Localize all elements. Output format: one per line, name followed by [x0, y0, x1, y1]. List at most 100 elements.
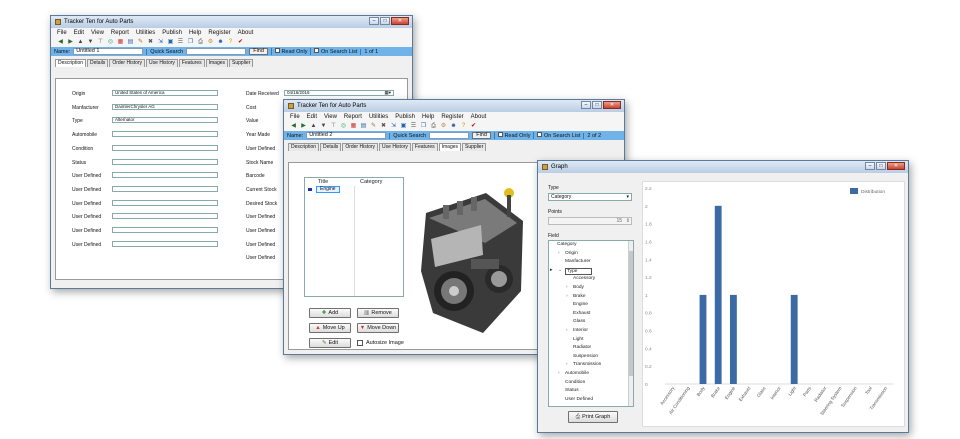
edit-icon[interactable]: ✎	[137, 39, 144, 46]
users-icon[interactable]: ☻	[450, 123, 457, 130]
remove-button[interactable]: ▥ Remove	[357, 308, 399, 318]
tree-scrollbar[interactable]	[628, 241, 633, 406]
add-button[interactable]: ✚ Add	[309, 308, 351, 318]
close-icon[interactable]: ✕	[391, 17, 409, 25]
on-search-list-checkbox[interactable]	[537, 132, 543, 137]
field-input[interactable]	[112, 185, 218, 192]
print-icon[interactable]: ⎙	[197, 39, 204, 46]
menu-view[interactable]: View	[324, 114, 337, 120]
tree-scrollbar-thumb[interactable]	[629, 251, 633, 376]
save-icon[interactable]: ▣	[400, 123, 407, 130]
menu-publish[interactable]: Publish	[162, 30, 182, 36]
edit-icon[interactable]: ✎	[370, 123, 377, 130]
window-1-titlebar[interactable]: Tracker Ten for Auto Parts – □ ✕	[51, 16, 412, 28]
minimize-icon[interactable]: –	[581, 101, 591, 109]
back-icon[interactable]: ◀	[57, 39, 64, 46]
filter-icon[interactable]: ▼	[320, 123, 327, 130]
tree-expander-icon[interactable]: ›	[558, 251, 560, 256]
chart-icon[interactable]: ▦	[117, 39, 124, 46]
field-input[interactable]: United States of America	[112, 90, 218, 96]
tree-item[interactable]: Interior	[573, 328, 588, 333]
find-icon[interactable]: ◎	[107, 39, 114, 46]
check-icon[interactable]: ✔	[470, 123, 477, 130]
read-only-checkbox[interactable]	[497, 132, 503, 137]
autosize-checkbox[interactable]	[357, 340, 363, 346]
forward-icon[interactable]: ▶	[300, 123, 307, 130]
read-only-toggle[interactable]: Read Only	[270, 48, 307, 55]
find-button[interactable]: Find	[249, 48, 268, 55]
tree-item[interactable]: Light	[573, 337, 583, 342]
autosize-toggle[interactable]: Autosize Image	[357, 340, 404, 346]
tree-item[interactable]: Origin	[565, 251, 578, 256]
menu-about[interactable]: About	[471, 114, 487, 120]
field-input[interactable]	[112, 240, 218, 247]
report-icon[interactable]: ▤	[360, 123, 367, 130]
points-stepper[interactable]: 15 ⇕	[548, 217, 632, 225]
help-icon[interactable]: ?	[460, 123, 467, 130]
tab-supplier[interactable]: Supplier	[462, 143, 487, 151]
menu-edit[interactable]: Edit	[307, 114, 317, 120]
forward-icon[interactable]: ▶	[67, 39, 74, 46]
settings-icon[interactable]: ⚙	[207, 39, 214, 46]
copy-icon[interactable]: ❐	[420, 123, 427, 130]
field-input[interactable]	[112, 144, 218, 151]
tree-item[interactable]: Status	[565, 388, 579, 393]
window-2-titlebar[interactable]: Tracker Ten for Auto Parts – □ ✕	[284, 100, 624, 112]
tree-item[interactable]: User Defined	[565, 397, 593, 402]
column-category[interactable]: Category	[360, 179, 382, 185]
print-graph-button[interactable]: ⎙ Print Graph	[568, 411, 618, 423]
menu-utilities[interactable]: Utilities	[136, 30, 155, 36]
field-input[interactable]	[112, 158, 218, 165]
tree-expander-icon[interactable]: ⌄	[558, 268, 562, 273]
tree-item[interactable]: Engine	[573, 302, 588, 307]
tree-item[interactable]: Glass	[573, 319, 585, 324]
back-icon[interactable]: ◀	[290, 123, 297, 130]
name-field[interactable]: Untitled 1	[73, 48, 144, 55]
pin-icon[interactable]: ▲	[310, 123, 317, 130]
edit-button[interactable]: ✎ Edit	[309, 338, 351, 348]
graph-titlebar[interactable]: Graph – □ ✕	[538, 161, 908, 173]
tab-features[interactable]: Features	[178, 59, 205, 67]
column-title[interactable]: Title	[318, 179, 328, 185]
save-icon[interactable]: ▣	[167, 39, 174, 46]
menu-help[interactable]: Help	[189, 30, 201, 36]
tree-item[interactable]: Automobile	[565, 371, 589, 376]
help-icon[interactable]: ?	[227, 39, 234, 46]
image-list[interactable]: Title Category Engine	[304, 177, 404, 297]
copy-icon[interactable]: ❐	[187, 39, 194, 46]
move-up-button[interactable]: ▲ Move Up	[309, 323, 351, 333]
tab-features[interactable]: Features	[411, 143, 438, 151]
maximize-icon[interactable]: □	[592, 101, 602, 109]
tree-expander-icon[interactable]: ›	[566, 294, 568, 299]
tab-order-history[interactable]: Order History	[109, 59, 146, 67]
delete-icon[interactable]: ✖	[147, 39, 154, 46]
tree-item[interactable]: Manfacturer	[565, 259, 591, 264]
tree-item[interactable]: Condition	[565, 380, 585, 385]
tree-item[interactable]: Body	[573, 285, 584, 290]
delete-icon[interactable]: ✖	[380, 123, 387, 130]
tab-use-history[interactable]: Use History	[146, 59, 178, 67]
field-input[interactable]: Alternator	[112, 117, 218, 124]
tree-expander-icon[interactable]: ›	[566, 328, 568, 333]
menu-about[interactable]: About	[238, 30, 254, 36]
field-tree[interactable]: Category › Origin Manfacturer ⌄ Type Accessory…	[548, 240, 634, 407]
settings-icon[interactable]: ⚙	[440, 123, 447, 130]
minimize-icon[interactable]: –	[865, 162, 875, 170]
menu-edit[interactable]: Edit	[74, 30, 84, 36]
check-icon[interactable]: ✔	[237, 39, 244, 46]
on-search-list-toggle[interactable]: On Search List	[533, 132, 580, 139]
menu-help[interactable]: Help	[422, 114, 434, 120]
field-input[interactable]: DaimlerChrysler AG	[112, 103, 218, 110]
filter-icon[interactable]: ▼	[87, 39, 94, 46]
tree-item[interactable]: Accessory	[573, 276, 595, 281]
name-field[interactable]: Untitled 2	[306, 132, 387, 139]
menu-register[interactable]: Register	[208, 30, 230, 36]
menu-register[interactable]: Register	[441, 114, 463, 120]
tree-item[interactable]: Transmission	[573, 362, 601, 367]
quick-search-input[interactable]	[429, 132, 470, 139]
menu-utilities[interactable]: Utilities	[369, 114, 388, 120]
menu-report[interactable]: Report	[344, 114, 362, 120]
tab-images[interactable]: Images	[438, 143, 462, 151]
menu-file[interactable]: File	[57, 30, 67, 36]
on-search-list-checkbox[interactable]	[314, 48, 320, 53]
